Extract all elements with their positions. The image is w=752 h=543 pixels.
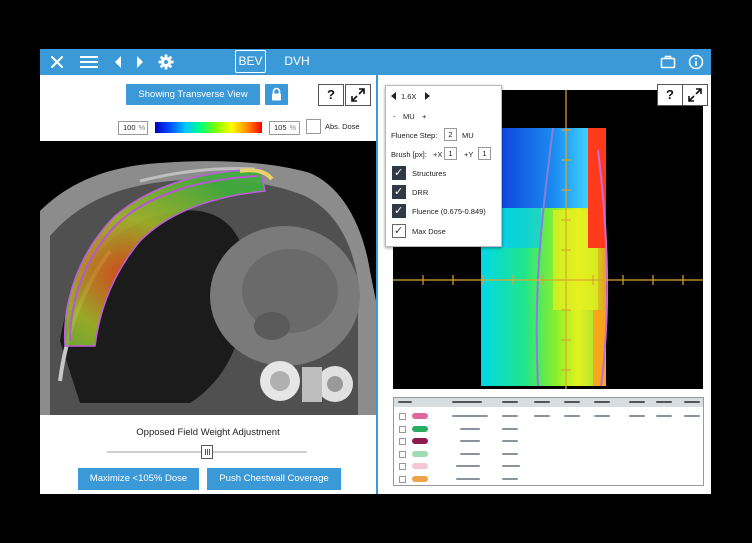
percent-unit: % (138, 123, 146, 132)
structure-visibility-checkbox[interactable] (399, 463, 406, 470)
fluence-label: Fluence (0.675-0.849) (412, 207, 486, 216)
fluence-checkbox[interactable]: ✓ (392, 204, 406, 218)
dose-min-field[interactable]: 100% (118, 121, 148, 135)
push-chestwall-button[interactable]: Push Chestwall Coverage (207, 468, 341, 490)
dose-max-field[interactable]: 105% (269, 121, 300, 135)
percent-unit: % (289, 123, 297, 132)
structure-value-placeholder (502, 452, 518, 455)
structure-value-placeholder (594, 415, 610, 417)
structure-visibility-checkbox[interactable] (399, 413, 406, 420)
mu-minus-button[interactable]: - (393, 112, 396, 121)
structure-value-placeholder (502, 477, 518, 480)
close-icon[interactable] (48, 53, 66, 71)
help-button-left[interactable]: ? (318, 84, 344, 106)
expand-icon (351, 88, 365, 108)
hamburger-icon[interactable] (78, 53, 100, 71)
structure-row[interactable] (394, 423, 703, 436)
structure-value-placeholder (460, 427, 480, 430)
abs-dose-label: Abs. Dose (325, 122, 360, 131)
expand-icon (688, 88, 702, 108)
structure-color-swatch (412, 438, 428, 444)
brush-y-field[interactable]: 1 (478, 147, 491, 160)
bev-options-popup: 1.6X - MU + Fluence Step: 2 MU Brush [px… (385, 85, 502, 247)
structure-value-placeholder (564, 415, 580, 417)
field-weight-slider-thumb[interactable] (201, 445, 213, 459)
structure-value-placeholder (452, 415, 488, 417)
structure-table-header (394, 398, 703, 407)
structure-color-swatch (412, 475, 428, 482)
structure-value-placeholder (502, 465, 520, 467)
help-button-right[interactable]: ? (657, 84, 683, 106)
maximize-dose-button[interactable]: Maximize <105% Dose (78, 468, 199, 490)
top-toolbar: BEV DVH (40, 49, 711, 75)
brush-x-label: +X (433, 150, 443, 159)
structure-value-placeholder (502, 427, 518, 430)
structure-table (393, 397, 704, 486)
info-icon[interactable] (687, 53, 705, 71)
structure-value-placeholder (502, 415, 518, 417)
fluence-step-unit: MU (462, 131, 474, 140)
fluence-step-field[interactable]: 2 (444, 128, 457, 141)
fluence-step-label: Fluence Step: (391, 131, 438, 140)
structure-visibility-checkbox[interactable] (399, 425, 406, 433)
brush-label: Brush [px]: (391, 150, 427, 159)
gear-icon[interactable] (157, 53, 175, 71)
abs-dose-checkbox[interactable] (306, 119, 321, 134)
expand-button-left[interactable] (345, 84, 371, 106)
chevron-right-icon[interactable] (133, 53, 147, 71)
structure-visibility-checkbox[interactable] (399, 450, 406, 458)
structures-checkbox[interactable]: ✓ (392, 166, 406, 180)
bev-panel: ? 1.6X - MU + Fluence Step: 2 MU Brush [… (378, 75, 711, 494)
structure-value-placeholder (460, 452, 480, 455)
mu-plus-button[interactable]: + (422, 112, 426, 121)
zoom-in-icon[interactable] (424, 92, 430, 102)
structure-value-placeholder (534, 415, 550, 417)
zoom-out-icon[interactable] (391, 92, 397, 102)
structure-row[interactable] (394, 473, 703, 486)
structure-value-placeholder (684, 415, 700, 417)
structure-visibility-checkbox[interactable] (399, 475, 406, 483)
structure-color-swatch (412, 463, 428, 469)
brush-x-field[interactable]: 1 (444, 147, 457, 160)
structure-row[interactable] (394, 460, 703, 473)
max-dose-label: Max Dose (412, 227, 446, 236)
dose-max-value: 105 (274, 123, 287, 132)
structure-color-swatch (412, 413, 428, 419)
tab-bev[interactable]: BEV (235, 50, 266, 73)
chevron-left-icon[interactable] (111, 53, 125, 71)
structures-label: Structures (412, 169, 447, 178)
dose-colorbar (155, 122, 262, 133)
brush-y-label: +Y (464, 150, 474, 159)
structure-row[interactable] (394, 410, 703, 423)
mu-label: MU (403, 112, 415, 121)
opposed-field-weight-title: Opposed Field Weight Adjustment (136, 427, 280, 438)
structure-value-placeholder (456, 477, 480, 480)
structure-value-placeholder (460, 440, 480, 442)
structure-row[interactable] (394, 435, 703, 448)
zoom-level: 1.6X (401, 92, 417, 101)
structure-color-swatch (412, 450, 428, 457)
ct-transverse-image[interactable] (40, 141, 376, 415)
structure-visibility-checkbox[interactable] (399, 438, 406, 445)
drr-label: DRR (412, 188, 429, 197)
structure-color-swatch (412, 425, 428, 432)
dose-min-value: 100 (123, 123, 136, 132)
structure-value-placeholder (502, 440, 518, 442)
structure-row[interactable] (394, 448, 703, 461)
lock-icon (270, 87, 283, 107)
transverse-panel: Showing Transverse View ? 100% 105% Abs.… (40, 75, 376, 494)
app-window: BEV DVH Showing Transverse View ? 100% 1… (40, 49, 711, 494)
structure-value-placeholder (656, 415, 672, 417)
briefcase-icon[interactable] (659, 53, 677, 71)
expand-button-right[interactable] (682, 84, 708, 106)
showing-transverse-view-button[interactable]: Showing Transverse View (126, 84, 260, 105)
max-dose-checkbox[interactable]: ✓ (392, 224, 406, 238)
drr-checkbox[interactable]: ✓ (392, 185, 406, 199)
structure-value-placeholder (629, 415, 645, 417)
lock-button[interactable] (265, 84, 288, 105)
structure-value-placeholder (456, 465, 480, 467)
tab-dvh[interactable]: DVH (282, 50, 312, 73)
